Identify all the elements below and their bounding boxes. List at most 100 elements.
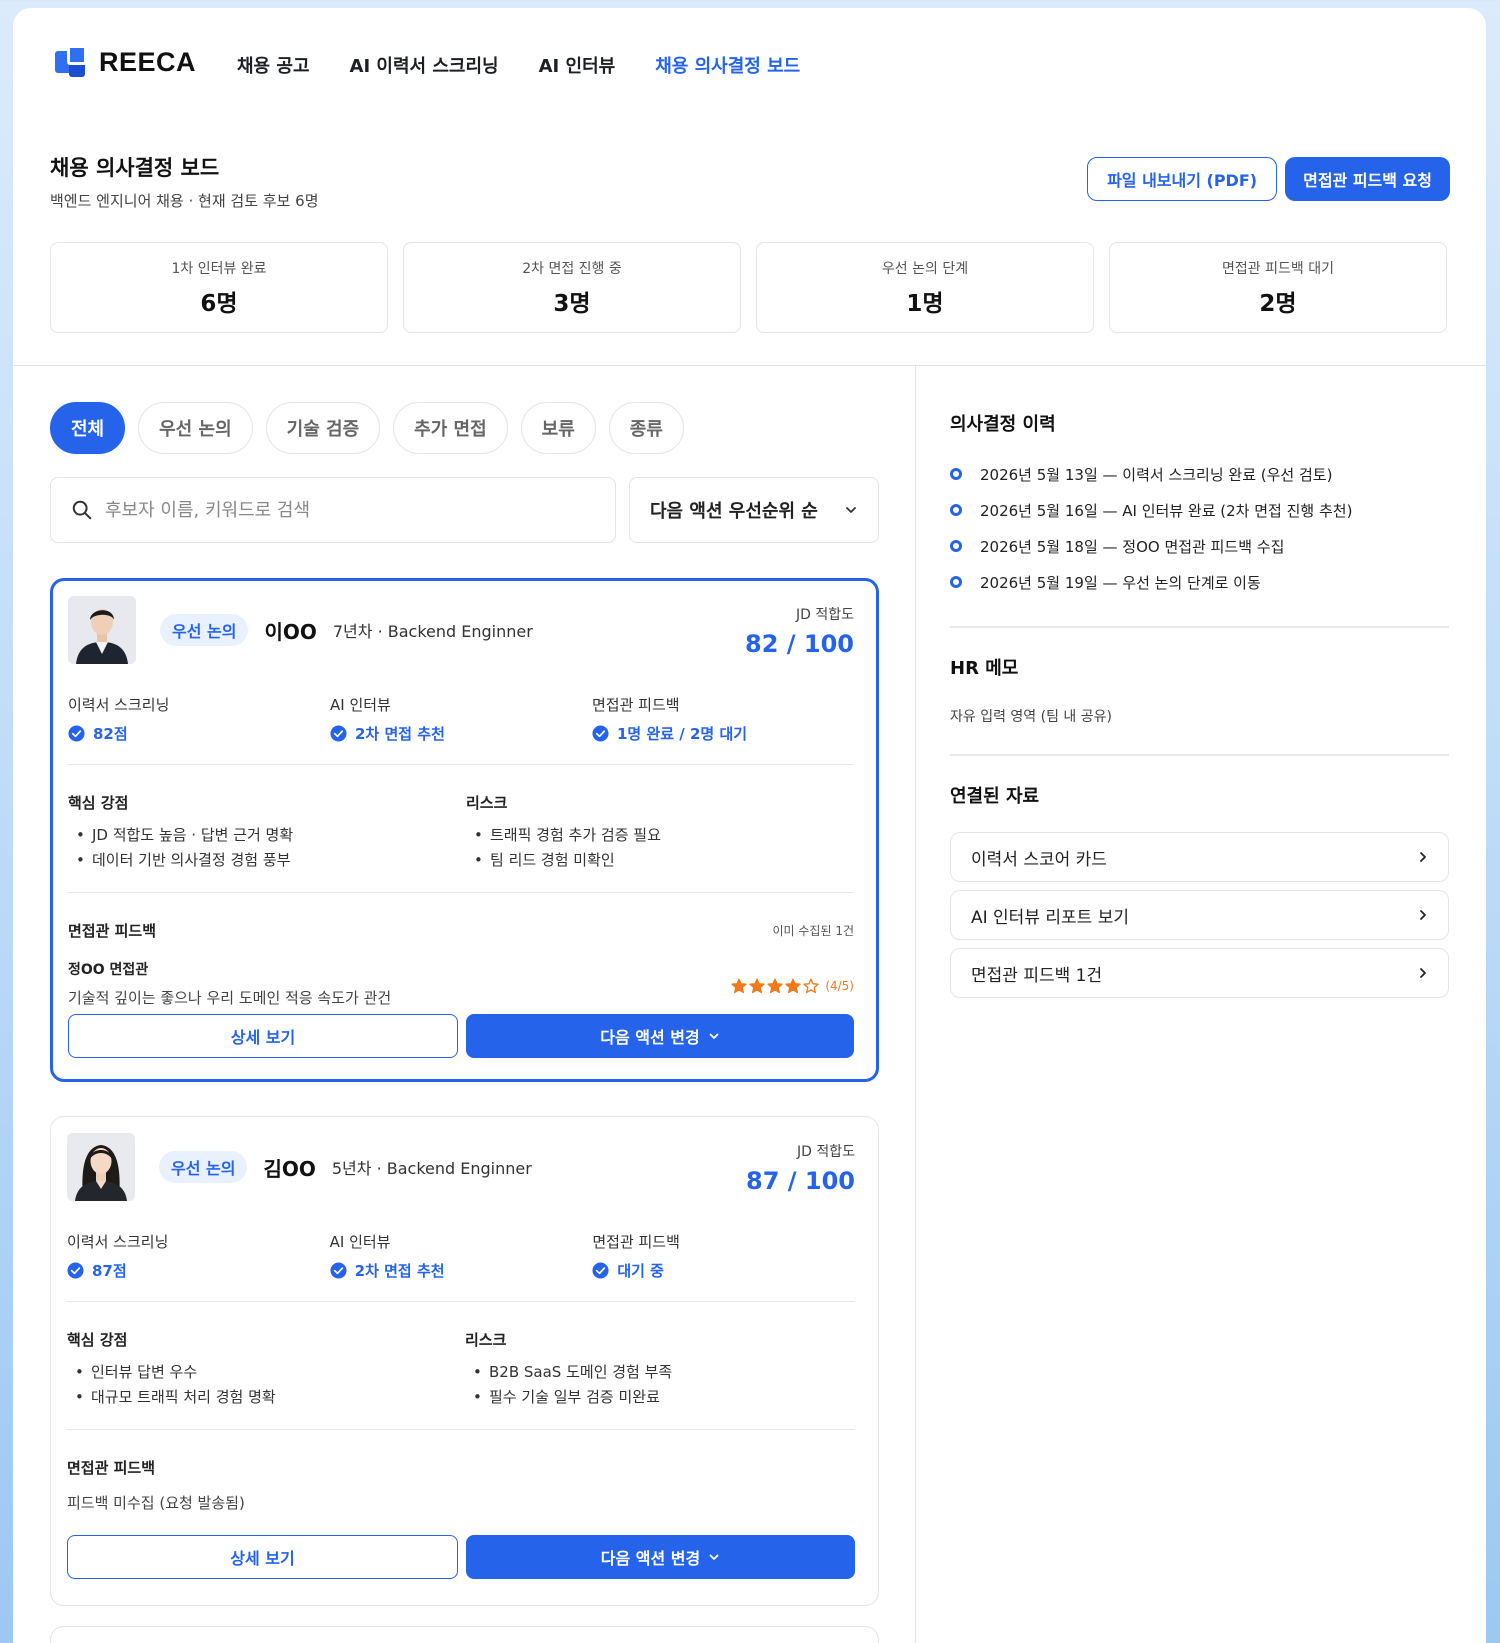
list-item: JD 적합도 높음 · 답변 근거 명확	[68, 823, 293, 848]
filter-chips: 전체 우선 논의 기술 검증 추가 면접 보류 종류	[50, 402, 684, 454]
candidate-avatar	[67, 1133, 135, 1201]
brand-name: REECA	[99, 46, 197, 77]
metric-label: 이력서 스크리닝	[67, 1233, 169, 1251]
candidate-metrics: 이력서 스크리닝 82점 AI 인터뷰 2차 면접 추천 면접관 피드백 1명 …	[68, 694, 854, 744]
card-actions: 상세 보기 다음 액션 변경	[68, 1014, 854, 1058]
view-detail-button[interactable]: 상세 보기	[67, 1535, 458, 1579]
request-feedback-button[interactable]: 면접관 피드백 요청	[1285, 157, 1450, 201]
history-title: 의사결정 이력	[950, 414, 1056, 435]
top-header: REECA 채용 공고 AI 이력서 스크리닝 AI 인터뷰 채용 의사결정 보…	[13, 8, 1486, 118]
button-label: 다음 액션 변경	[600, 1549, 701, 1568]
links-title: 연결된 자료	[950, 786, 1040, 807]
history-text: 2026년 5월 19일 — 우선 논의 단계로 이동	[980, 573, 1261, 592]
list-item: 필수 기술 일부 검증 미완료	[465, 1385, 672, 1410]
filter-on-hold[interactable]: 보류	[520, 402, 596, 454]
star-filled-icon	[731, 978, 747, 994]
card-divider	[68, 764, 854, 765]
feedback-author: 정OO 면접관	[68, 962, 149, 978]
check-circle-icon	[68, 725, 85, 742]
candidate-meta: 5년차 · Backend Enginner	[331, 1159, 532, 1178]
filter-tech-check[interactable]: 기술 검증	[265, 402, 381, 454]
history-item: 2026년 5월 16일 — AI 인터뷰 완료 (2차 면접 진행 추천)	[950, 492, 1449, 528]
metric-value: 82점	[93, 725, 128, 743]
metric-value: 87점	[92, 1262, 127, 1280]
check-circle-icon	[592, 725, 609, 742]
metric-feedback: 면접관 피드백 대기 중	[592, 1231, 855, 1281]
metric-value: 2차 면접 추천	[354, 1262, 445, 1280]
chevron-down-icon	[846, 507, 856, 513]
list-item: 트래픽 경험 추가 검증 필요	[466, 823, 661, 848]
side-panel: 의사결정 이력 2026년 5월 13일 — 이력서 스크리닝 완료 (우선 검…	[950, 410, 1449, 1006]
chevron-right-icon	[1420, 852, 1426, 862]
stat-value: 6명	[200, 290, 238, 317]
view-detail-button[interactable]: 상세 보기	[68, 1014, 458, 1058]
filter-all[interactable]: 전체	[50, 402, 126, 454]
jd-fit: JD 적합도 87 / 100	[746, 1141, 855, 1195]
column-divider	[915, 366, 916, 1643]
export-pdf-button[interactable]: 파일 내보내기 (PDF)	[1087, 157, 1278, 201]
nav-ai-interview[interactable]: AI 인터뷰	[539, 52, 616, 78]
link-interviewer-feedback[interactable]: 면접관 피드백 1건	[950, 948, 1449, 998]
card-divider	[67, 1301, 855, 1302]
change-next-action-button[interactable]: 다음 액션 변경	[466, 1014, 854, 1058]
link-resume-scorecard[interactable]: 이력서 스코어 카드	[950, 832, 1449, 882]
panel-divider	[950, 754, 1449, 756]
nav-ai-resume-screening[interactable]: AI 이력서 스크리닝	[350, 52, 499, 78]
sort-label: 다음 액션 우선순위 순	[650, 501, 818, 522]
metric-ai-interview: AI 인터뷰 2차 면접 추천	[330, 1231, 593, 1281]
timeline-dot-icon	[950, 468, 962, 480]
change-next-action-button[interactable]: 다음 액션 변경	[466, 1535, 855, 1579]
check-circle-icon	[592, 1262, 609, 1279]
search-box	[50, 477, 616, 543]
sort-dropdown[interactable]: 다음 액션 우선순위 순	[629, 477, 879, 543]
metric-label: 이력서 스크리닝	[68, 696, 170, 714]
filter-extra-interview[interactable]: 추가 면접	[393, 402, 508, 454]
timeline-dot-icon	[950, 576, 962, 588]
history-item: 2026년 5월 19일 — 우선 논의 단계로 이동	[950, 564, 1449, 600]
metric-label: 면접관 피드백	[592, 696, 680, 714]
stat-card: 면접관 피드백 대기 2명	[1109, 242, 1447, 333]
list-item: 대규모 트래픽 처리 경험 명확	[67, 1385, 276, 1410]
card-divider	[68, 892, 854, 893]
metric-value: 대기 중	[617, 1262, 664, 1280]
status-badge: 우선 논의	[160, 614, 249, 646]
link-label: 면접관 피드백 1건	[971, 965, 1103, 986]
candidate-card[interactable]	[50, 1626, 879, 1643]
chevron-right-icon	[1420, 968, 1426, 978]
candidate-header: 우선 논의 이OO 7년차 · Backend Enginner	[160, 614, 533, 646]
rating-stars: (4/5)	[731, 978, 854, 994]
app-window: REECA 채용 공고 AI 이력서 스크리닝 AI 인터뷰 채용 의사결정 보…	[13, 8, 1486, 1643]
search-input[interactable]	[105, 499, 565, 521]
metric-label: AI 인터뷰	[330, 696, 391, 714]
filter-priority[interactable]: 우선 논의	[138, 402, 253, 454]
history-text: 2026년 5월 16일 — AI 인터뷰 완료 (2차 면접 진행 추천)	[980, 501, 1353, 520]
filter-type[interactable]: 종류	[608, 402, 684, 454]
feedback-text: 피드백 미수집 (요청 발송됨)	[67, 1494, 245, 1512]
link-ai-interview-report[interactable]: AI 인터뷰 리포트 보기	[950, 890, 1449, 940]
page-header: 채용 의사결정 보드 백엔드 엔지니어 채용 · 현재 검토 후보 6명	[50, 152, 319, 211]
candidate-card[interactable]: 우선 논의 김OO 5년차 · Backend Enginner JD 적합도 …	[50, 1116, 879, 1606]
page-title: 채용 의사결정 보드	[50, 156, 220, 180]
card-divider	[67, 1429, 855, 1430]
strengths-section: 핵심 강점 JD 적합도 높음 · 답변 근거 명확 데이터 기반 의사결정 경…	[68, 792, 293, 873]
chevron-right-icon	[1420, 910, 1426, 920]
history-item: 2026년 5월 13일 — 이력서 스크리닝 완료 (우선 검토)	[950, 456, 1449, 492]
nav-decision-board[interactable]: 채용 의사결정 보드	[655, 52, 800, 78]
candidate-name: 김OO	[263, 1156, 316, 1181]
metric-ai-interview: AI 인터뷰 2차 면접 추천	[330, 694, 592, 744]
memo-input[interactable]: 자유 입력 영역 (팀 내 공유)	[950, 706, 1449, 726]
panel-divider	[950, 626, 1449, 628]
metric-label: AI 인터뷰	[329, 1233, 391, 1251]
candidate-card[interactable]: 우선 논의 이OO 7년차 · Backend Enginner JD 적합도 …	[50, 578, 879, 1082]
candidate-name: 이OO	[264, 619, 317, 644]
brand-logo[interactable]: REECA	[55, 45, 196, 79]
chevron-down-icon	[709, 1033, 719, 1039]
jd-label: JD 적합도	[797, 1144, 855, 1160]
feedback-section: 면접관 피드백 이미 수집된 1건 정OO 면접관 기술적 깊이는 좋으나 우리…	[68, 920, 854, 1008]
page-subtitle: 백엔드 엔지니어 채용 · 현재 검토 후보 6명	[50, 192, 319, 210]
nav-job-postings[interactable]: 채용 공고	[237, 52, 310, 78]
section-title: 리스크	[466, 794, 508, 812]
metric-resume: 이력서 스크리닝 82점	[68, 694, 330, 744]
history-item: 2026년 5월 18일 — 정OO 면접관 피드백 수집	[950, 528, 1449, 564]
button-label: 다음 액션 변경	[600, 1028, 700, 1047]
